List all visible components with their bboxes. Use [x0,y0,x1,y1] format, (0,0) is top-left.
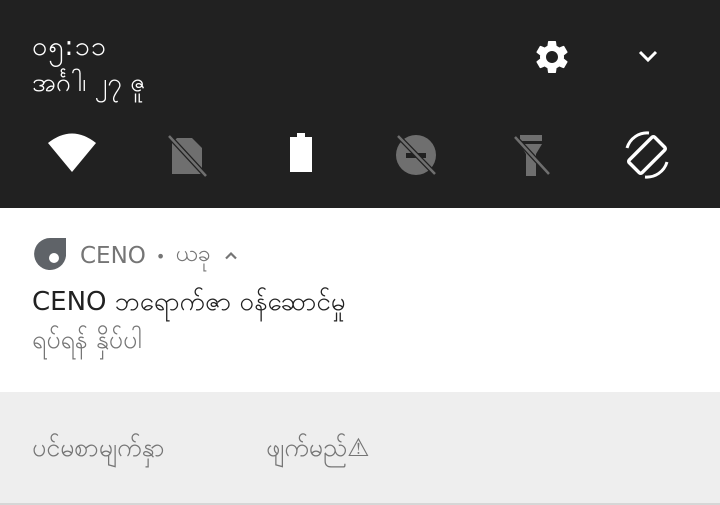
quick-settings-panel: ၀၅:၁၁ အင်္ဂါ၊ ၂၇ ဇူ [0,0,720,208]
notification-header: CENO • ယခု [80,240,241,272]
wifi-icon[interactable] [44,128,100,184]
notification-actions: ပင်မစာမျက်နှာ ဖျက်မည်⚠ [0,392,720,505]
ceno-notification[interactable]: CENO • ယခု CENO ဘရောက်ဇာ ဝန်ဆောင်မှု ရပ်… [0,208,720,392]
no-sim-icon[interactable] [159,128,215,184]
notification-text: ရပ်ရန် နှိပ်ပါ [32,325,142,354]
status-time: ၀၅:၁၁ [32,31,107,62]
status-date: အင်္ဂါ၊ ၂၇ ဇူ [32,68,146,98]
notification-time: ယခု [175,241,211,267]
header-separator: • [155,246,166,266]
chevron-down-icon[interactable] [632,40,664,72]
gear-icon[interactable] [532,37,572,77]
notification-title: CENO ဘရောက်ဇာ ဝန်ဆောင်မှု [32,287,346,317]
flashlight-off-icon[interactable] [503,128,559,184]
ceno-logo-icon [34,238,66,270]
home-page-action-button[interactable]: ပင်မစာမျက်နှာ [32,430,165,466]
auto-rotate-icon[interactable] [619,128,675,184]
battery-icon[interactable] [273,128,329,184]
app-name: CENO [80,243,146,269]
data-saver-off-icon[interactable] [388,128,444,184]
delete-action-button[interactable]: ဖျက်မည်⚠ [266,430,370,466]
chevron-up-icon[interactable] [221,246,241,266]
